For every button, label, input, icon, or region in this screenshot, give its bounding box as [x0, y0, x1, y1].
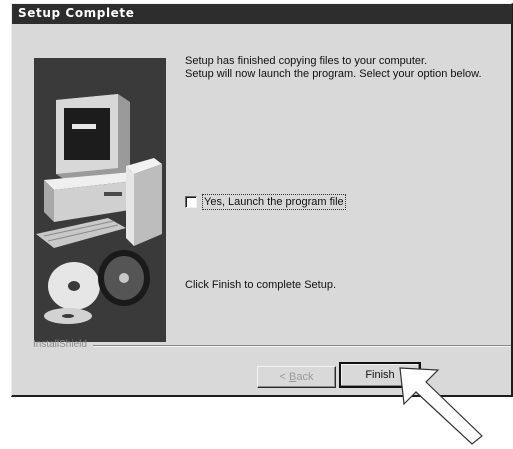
back-prefix: < — [279, 371, 289, 383]
back-rest: ack — [296, 371, 314, 383]
installshield-brand: InstallShield — [33, 339, 87, 350]
setup-illustration-panel — [34, 58, 166, 342]
title-bar[interactable]: Setup Complete — [12, 4, 512, 24]
pointer-arrow-icon — [399, 367, 483, 445]
setup-message-line-1: Setup has finished copying files to your… — [185, 55, 428, 67]
setup-complete-dialog: Setup Complete Setup has finished copyin… — [11, 3, 513, 397]
launch-program-checkbox[interactable] — [185, 196, 197, 208]
computer-with-cds-illustration — [34, 58, 166, 342]
launch-program-label[interactable]: Yes, Launch the program file — [202, 194, 346, 210]
separator-line — [93, 345, 511, 347]
finish-instruction: Click Finish to complete Setup. — [185, 279, 337, 291]
window-title: Setup Complete — [18, 6, 135, 20]
setup-message: Setup has finished copying files to your… — [185, 55, 505, 80]
back-button[interactable]: < Back — [257, 366, 336, 388]
setup-message-line-2: Setup will now launch the program. Selec… — [185, 67, 482, 80]
